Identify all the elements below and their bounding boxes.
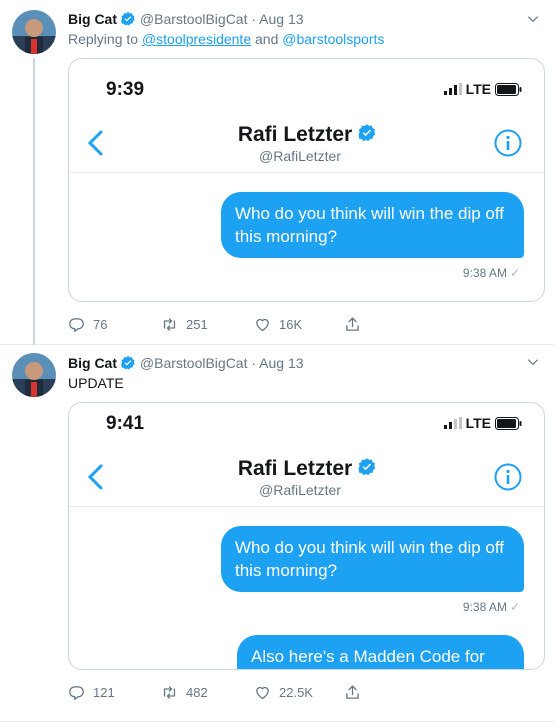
info-icon <box>494 463 522 491</box>
contact-name: Rafi Letzter <box>69 457 544 483</box>
divider <box>69 172 544 173</box>
like-count: 22.5K <box>279 685 313 700</box>
reply-count: 76 <box>93 317 108 332</box>
like-count: 16K <box>279 317 303 332</box>
reply-count: 121 <box>93 685 115 700</box>
retweet-button[interactable]: 251 <box>161 316 208 333</box>
message-time: 9:38 AM ✓ <box>463 600 520 614</box>
chevron-down-icon[interactable] <box>526 12 540 26</box>
avatar[interactable] <box>12 10 56 54</box>
message-bubble: Also here's a Madden Code for <box>237 635 524 669</box>
divider <box>69 506 544 507</box>
retweet-icon <box>163 686 176 699</box>
phone-time: 9:41 <box>106 413 145 434</box>
message-time: 9:38 AM ✓ <box>463 266 520 280</box>
network-label: LTE <box>465 81 491 97</box>
tweet-date[interactable]: Aug 13 <box>259 355 303 371</box>
author-name[interactable]: Big Cat <box>68 11 117 27</box>
author-handle[interactable]: @BarstoolBigCat <box>140 11 248 27</box>
verified-badge-icon <box>120 11 136 31</box>
contact-name-text: Rafi Letzter <box>237 123 353 146</box>
verified-badge-icon <box>120 355 136 375</box>
avatar[interactable] <box>12 353 56 397</box>
contact-handle: @RafiLetzter <box>259 482 341 498</box>
verified-badge-icon <box>357 123 377 149</box>
separator: · <box>251 355 257 371</box>
retweet-count: 482 <box>186 685 208 700</box>
reply-and: and <box>255 31 279 47</box>
message-bubble: Who do you think will win the dip off th… <box>221 526 524 592</box>
heart-icon <box>256 318 269 332</box>
phone-time: 9:39 <box>106 79 145 100</box>
status-bar: LTE <box>443 81 522 97</box>
network-label: LTE <box>465 415 491 431</box>
battery-icon <box>495 82 522 96</box>
attached-image[interactable]: 9:39 LTE Rafi Letzter @RafiLetzter Who d… <box>68 58 545 302</box>
reply-button[interactable]: 76 <box>68 316 107 333</box>
author-handle[interactable]: @BarstoolBigCat <box>140 355 248 371</box>
reply-prefix: Replying to <box>68 31 139 47</box>
reply-icon <box>69 318 84 332</box>
chevron-down-icon[interactable] <box>526 355 540 369</box>
tweet-text: UPDATE <box>68 375 124 391</box>
check-icon: ✓ <box>509 600 520 614</box>
signal-icon <box>443 83 462 95</box>
retweet-icon <box>163 318 176 331</box>
message-time-text: 9:38 AM <box>462 600 507 614</box>
message-bubble: Who do you think will win the dip off th… <box>221 192 524 258</box>
contact-name-text: Rafi Letzter <box>237 457 353 480</box>
tweet-actions: 121 482 22.5K <box>68 684 368 704</box>
share-icon <box>346 317 359 331</box>
heart-icon <box>256 686 269 700</box>
tweet-header: Big Cat @BarstoolBigCat · Aug 13 <box>68 354 304 375</box>
replying-to: Replying to @stoolpresidente and @barsto… <box>68 31 384 47</box>
mention-link[interactable]: @barstoolsports <box>282 31 384 47</box>
battery-icon <box>495 416 522 430</box>
message-time-text: 9:38 AM <box>462 266 507 280</box>
tweet-date[interactable]: Aug 13 <box>259 11 303 27</box>
retweet-button[interactable]: 482 <box>161 684 208 701</box>
contact-name: Rafi Letzter <box>69 123 544 149</box>
tweet-actions: 76 251 16K <box>68 316 368 336</box>
tweet[interactable]: Big Cat @BarstoolBigCat · Aug 13 Replyin… <box>0 0 554 345</box>
thread-line <box>33 58 35 345</box>
contact-handle: @RafiLetzter <box>259 148 341 164</box>
share-button[interactable] <box>344 316 361 333</box>
attached-image[interactable]: 9:41 LTE Rafi Letzter @RafiLetzter Who d… <box>68 402 545 670</box>
check-icon: ✓ <box>509 266 520 280</box>
tweet-header: Big Cat @BarstoolBigCat · Aug 13 <box>68 10 304 31</box>
like-button[interactable]: 22.5K <box>254 684 313 701</box>
tweet[interactable]: Big Cat @BarstoolBigCat · Aug 13 UPDATE … <box>0 345 554 722</box>
mention-link[interactable]: @stoolpresidente <box>142 31 251 47</box>
reply-button[interactable]: 121 <box>68 684 115 701</box>
like-button[interactable]: 16K <box>254 316 302 333</box>
author-name[interactable]: Big Cat <box>68 355 117 371</box>
separator: · <box>251 11 257 27</box>
retweet-count: 251 <box>186 317 208 332</box>
status-bar: LTE <box>443 415 522 431</box>
info-icon <box>494 129 522 157</box>
signal-icon <box>443 417 462 429</box>
share-icon <box>346 685 359 699</box>
verified-badge-icon <box>357 457 377 483</box>
reply-icon <box>69 686 84 700</box>
share-button[interactable] <box>344 684 361 701</box>
